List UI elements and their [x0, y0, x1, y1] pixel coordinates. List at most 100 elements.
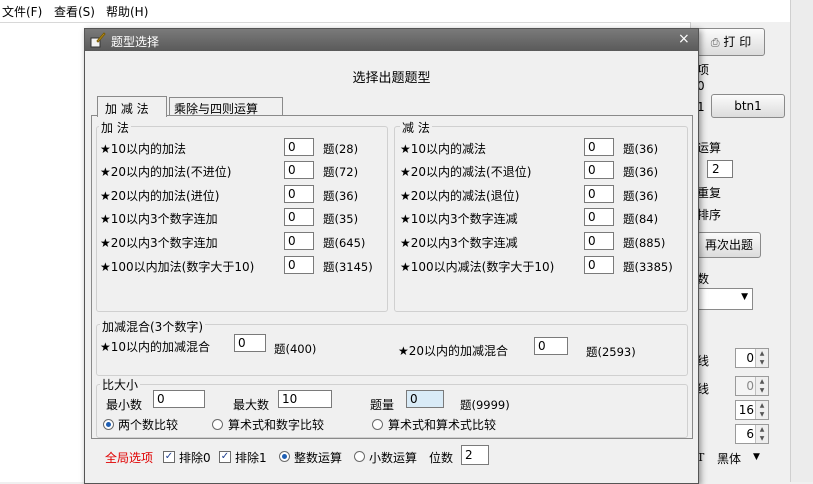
- mixed-count-input[interactable]: 0: [234, 334, 266, 352]
- close-icon[interactable]: ×: [678, 31, 690, 47]
- add-row-label: ★20以内的加法(进位): [100, 189, 220, 203]
- subtraction-group-title: 减 法: [400, 119, 432, 136]
- dialog-titlebar[interactable]: 题型选择 ×: [85, 29, 698, 51]
- compare-expr-expr-radio[interactable]: [372, 419, 383, 430]
- mixed-count-input[interactable]: 0: [534, 337, 568, 355]
- spin-input-1[interactable]: 0 ▲ ▼: [735, 348, 769, 368]
- quantity-input[interactable]: 0: [406, 390, 444, 408]
- tab-panel: 加 法 减 法 ★10以内的加法 0 题(28) ★20以内的加法(不进位) 0…: [91, 115, 693, 439]
- sub-row-label: ★100以内减法(数字大于10): [400, 260, 555, 274]
- addition-group-title: 加 法: [99, 119, 131, 136]
- decimal-radio[interactable]: [354, 451, 365, 462]
- add-count-input[interactable]: 0: [284, 256, 314, 274]
- decimal-label: 小数运算: [369, 451, 418, 465]
- app-icon: [90, 32, 106, 48]
- sub-count-input[interactable]: 0: [584, 208, 614, 226]
- bg-label-fragment: 运算: [697, 141, 722, 155]
- font-dropdown[interactable]: T 黑体 ▼: [697, 448, 767, 468]
- mixed-row-label: ★10以内的加减混合: [100, 340, 211, 354]
- sub-available-count: 题(36): [623, 142, 659, 156]
- sub-count-input[interactable]: 0: [584, 256, 614, 274]
- add-row-label: ★10以内的加法: [100, 142, 187, 156]
- digits-input[interactable]: 2: [461, 445, 489, 465]
- add-available-count: 题(645): [323, 236, 366, 250]
- background-scrollbar[interactable]: [790, 0, 813, 482]
- compare-option-label: 算术式和数字比较: [228, 418, 325, 432]
- chevron-down-icon: ▼: [741, 292, 748, 302]
- add-available-count: 题(36): [323, 189, 359, 203]
- max-number-label: 最大数: [233, 398, 270, 412]
- print-icon: ⎙: [710, 36, 720, 49]
- max-number-input[interactable]: 10: [278, 390, 332, 408]
- sub-available-count: 题(36): [623, 189, 659, 203]
- spin-arrows-icon[interactable]: ▲ ▼: [755, 377, 768, 395]
- add-count-input[interactable]: 0: [284, 138, 314, 156]
- compare-expr-number-radio[interactable]: [212, 419, 223, 430]
- question-type-dialog: 题型选择 × 选择出题题型 加 减 法 乘除与四则运算 加 法 减 法 ★10以…: [84, 28, 699, 484]
- quantity-label: 题量: [370, 398, 395, 412]
- sub-count-input[interactable]: 0: [584, 232, 614, 250]
- add-available-count: 题(3145): [323, 260, 373, 274]
- sub-count-input[interactable]: 0: [584, 138, 614, 156]
- min-number-input[interactable]: 0: [153, 390, 205, 408]
- background-right-panel: ⎙ 打 印 项 0 1 btn1 运算 2 重复 排序 再次出题 数 ▼ 线 0…: [690, 22, 791, 482]
- compare-group-title: 比大小: [100, 376, 141, 393]
- sub-row-label: ★20以内3个数字连减: [400, 236, 518, 250]
- quantity-available-count: 题(9999): [460, 398, 510, 412]
- bg-label-fragment: 排序: [697, 208, 722, 222]
- tab-add-sub[interactable]: 加 减 法: [97, 96, 167, 117]
- font-name: 黑体: [717, 452, 742, 466]
- integer-label: 整数运算: [294, 451, 343, 465]
- dialog-title: 题型选择: [111, 35, 160, 49]
- add-row-label: ★20以内3个数字连加: [100, 236, 218, 250]
- exclude-1-checkbox[interactable]: ✓: [219, 451, 231, 463]
- compare-two-numbers-radio[interactable]: [103, 419, 114, 430]
- bg-dropdown[interactable]: ▼: [691, 288, 753, 310]
- menubar: 文件(F) 查看(S) 帮助(H): [0, 0, 813, 23]
- sub-row-label: ★10以内的减法: [400, 142, 487, 156]
- spin-input-4[interactable]: 6 ▲ ▼: [735, 424, 769, 444]
- sub-row-label: ★20以内的减法(退位): [400, 189, 520, 203]
- add-available-count: 题(72): [323, 165, 359, 179]
- add-count-input[interactable]: 0: [284, 161, 314, 179]
- tab-label: 加 减 法: [105, 102, 149, 116]
- chevron-down-icon: ▼: [753, 452, 760, 462]
- spin-arrows-icon[interactable]: ▲ ▼: [755, 425, 768, 443]
- add-count-input[interactable]: 0: [284, 185, 314, 203]
- sub-row-label: ★20以内的减法(不退位): [400, 165, 532, 179]
- mixed-available-count: 题(2593): [586, 345, 636, 359]
- exclude-0-checkbox[interactable]: ✓: [163, 451, 175, 463]
- again-button[interactable]: 再次出题: [697, 232, 761, 258]
- op-count-input[interactable]: 2: [707, 160, 733, 178]
- menu-file[interactable]: 文件(F): [2, 3, 42, 20]
- menu-view[interactable]: 查看(S): [54, 3, 95, 20]
- spin-arrows-icon[interactable]: ▲ ▼: [755, 401, 768, 419]
- exclude-1-label: 排除1: [235, 451, 267, 465]
- btn1-button[interactable]: btn1: [711, 94, 785, 118]
- exclude-0-label: 排除0: [179, 451, 211, 465]
- print-button-label: 打 印: [723, 35, 752, 49]
- print-button[interactable]: ⎙ 打 印: [697, 28, 765, 56]
- integer-radio[interactable]: [279, 451, 290, 462]
- min-number-label: 最小数: [106, 398, 143, 412]
- sub-count-input[interactable]: 0: [584, 161, 614, 179]
- add-row-label: ★100以内加法(数字大于10): [100, 260, 255, 274]
- spin-input-3[interactable]: 16 ▲ ▼: [735, 400, 769, 420]
- dialog-heading: 选择出题题型: [352, 71, 431, 86]
- spin-input-2[interactable]: 0 ▲ ▼: [735, 376, 769, 396]
- mixed-group-title: 加减混合(3个数字): [100, 318, 205, 335]
- sub-available-count: 题(885): [623, 236, 666, 250]
- add-count-input[interactable]: 0: [284, 232, 314, 250]
- mixed-row-label: ★20以内的加减混合: [398, 344, 509, 358]
- add-row-label: ★10以内3个数字连加: [100, 212, 218, 226]
- compare-option-label: 算术式和算术式比较: [388, 418, 497, 432]
- add-count-input[interactable]: 0: [284, 208, 314, 226]
- sub-count-input[interactable]: 0: [584, 185, 614, 203]
- add-available-count: 题(28): [323, 142, 359, 156]
- sub-available-count: 题(84): [623, 212, 659, 226]
- compare-option-label: 两个数比较: [118, 418, 179, 432]
- sub-row-label: ★10以内3个数字连减: [400, 212, 518, 226]
- menu-help[interactable]: 帮助(H): [106, 3, 148, 20]
- sub-available-count: 题(36): [623, 165, 659, 179]
- spin-arrows-icon[interactable]: ▲ ▼: [755, 349, 768, 367]
